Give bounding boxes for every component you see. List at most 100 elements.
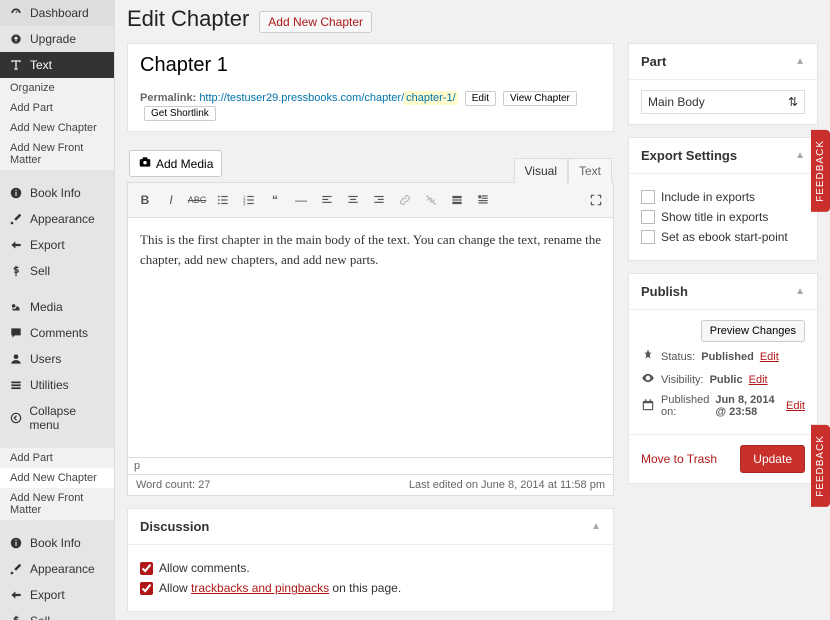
publish-title[interactable]: Publish▲ [629, 274, 817, 310]
update-button[interactable]: Update [740, 445, 805, 473]
svg-text:3: 3 [243, 201, 246, 206]
main-content: Edit Chapter Add New Chapter Permalink: … [115, 0, 830, 620]
include-exports-checkbox[interactable] [641, 190, 655, 204]
tab-visual[interactable]: Visual [514, 158, 568, 183]
sidebar-item-sell-2[interactable]: Sell [0, 608, 114, 620]
sidebar-sub-add-chapter-2[interactable]: Add New Chapter [0, 468, 114, 488]
sidebar-item-media[interactable]: Media [0, 294, 114, 320]
label: Include in exports [661, 190, 755, 204]
label: Book Info [30, 536, 81, 550]
bold-icon[interactable]: B [134, 189, 156, 211]
sidebar-sub-organize[interactable]: Organize [0, 78, 114, 98]
gauge-icon [8, 6, 24, 20]
kitchen-sink-icon[interactable] [472, 189, 494, 211]
sidebar-sub-add-chapter[interactable]: Add New Chapter [0, 118, 114, 138]
discussion-title[interactable]: Discussion▲ [128, 509, 613, 545]
chevron-up-icon: ▲ [591, 521, 601, 532]
label: Collapse menu [29, 404, 106, 432]
label: Allow trackbacks and pingbacks on this p… [159, 581, 401, 595]
hr-icon[interactable]: — [290, 189, 312, 211]
align-left-icon[interactable] [316, 189, 338, 211]
get-shortlink-button[interactable]: Get Shortlink [144, 106, 216, 121]
sidebar-item-book-info[interactable]: Book Info [0, 180, 114, 206]
camera-icon [138, 155, 152, 172]
add-new-button[interactable]: Add New Chapter [259, 11, 372, 33]
sidebar-sub-add-front-2[interactable]: Add New Front Matter [0, 488, 114, 520]
part-title[interactable]: Part▲ [629, 44, 817, 80]
strike-icon[interactable]: ABC [186, 189, 208, 211]
preview-button[interactable]: Preview Changes [701, 320, 805, 342]
tab-text[interactable]: Text [568, 158, 612, 183]
italic-icon[interactable]: I [160, 189, 182, 211]
view-chapter-button[interactable]: View Chapter [503, 91, 577, 106]
comment-icon [8, 326, 24, 340]
dollar-icon [8, 264, 24, 278]
label: Export [30, 238, 65, 252]
date-edit-link[interactable]: Edit [786, 400, 805, 412]
sidebar-item-export[interactable]: Export [0, 232, 114, 258]
label: Export [30, 588, 65, 602]
permalink-row: Permalink: http://testuser29.pressbooks.… [128, 87, 613, 131]
permalink-url[interactable]: http://testuser29.pressbooks.com/chapter… [199, 91, 457, 105]
permalink-edit-button[interactable]: Edit [465, 91, 496, 106]
ol-icon[interactable]: 123 [238, 189, 260, 211]
word-count: Word count: 27 [136, 479, 210, 491]
brush-icon [8, 562, 24, 576]
sidebar-item-sell[interactable]: Sell [0, 258, 114, 284]
pin-icon [641, 348, 655, 365]
label: Sell [30, 264, 50, 278]
fullscreen-icon[interactable] [585, 189, 607, 211]
published-date: Jun 8, 2014 @ 23:58 [715, 394, 780, 418]
export-title[interactable]: Export Settings▲ [629, 138, 817, 174]
sidebar-item-appearance-2[interactable]: Appearance [0, 556, 114, 582]
start-point-checkbox[interactable] [641, 230, 655, 244]
sidebar-item-collapse[interactable]: Collapse menu [0, 398, 114, 438]
feedback-tab[interactable]: FEEDBACK [811, 130, 830, 212]
sidebar-item-upgrade[interactable]: Upgrade [0, 26, 114, 52]
export-icon [8, 588, 24, 602]
quote-icon[interactable]: “ [264, 189, 286, 211]
sidebar-item-book-info-2[interactable]: Book Info [0, 530, 114, 556]
label: Sell [30, 614, 50, 620]
sidebar-item-users[interactable]: Users [0, 346, 114, 372]
collapse-icon [8, 411, 23, 425]
allow-trackbacks-checkbox[interactable] [140, 582, 153, 595]
move-to-trash-link[interactable]: Move to Trash [641, 452, 717, 466]
last-edited: Last edited on June 8, 2014 at 11:58 pm [409, 479, 605, 491]
align-right-icon[interactable] [368, 189, 390, 211]
label: Upgrade [30, 32, 76, 46]
sidebar-item-text[interactable]: Text [0, 52, 114, 78]
trackbacks-link[interactable]: trackbacks and pingbacks [191, 581, 329, 595]
part-select[interactable]: Main Body⇅ [641, 90, 805, 114]
label: Appearance [30, 212, 95, 226]
label: Dashboard [30, 6, 89, 20]
sidebar-item-dashboard[interactable]: Dashboard [0, 0, 114, 26]
unlink-icon[interactable] [420, 189, 442, 211]
allow-comments-checkbox[interactable] [140, 562, 153, 575]
chapter-title-input[interactable] [128, 44, 613, 87]
status-edit-link[interactable]: Edit [760, 351, 779, 363]
dollar-icon [8, 614, 24, 620]
align-center-icon[interactable] [342, 189, 364, 211]
part-panel: Part▲ Main Body⇅ [628, 43, 818, 125]
content-editor[interactable]: This is the first chapter in the main bo… [127, 218, 614, 458]
add-media-button[interactable]: Add Media [129, 150, 222, 177]
sidebar-item-appearance[interactable]: Appearance [0, 206, 114, 232]
feedback-tab[interactable]: FEEDBACK [811, 425, 830, 507]
visibility-edit-link[interactable]: Edit [749, 374, 768, 386]
sidebar-sub-add-part[interactable]: Add Part [0, 98, 114, 118]
sidebar-sub-add-part-2[interactable]: Add Part [0, 448, 114, 468]
link-icon[interactable] [394, 189, 416, 211]
sidebar-sub-add-front[interactable]: Add New Front Matter [0, 138, 114, 170]
show-title-checkbox[interactable] [641, 210, 655, 224]
sidebar-item-export-2[interactable]: Export [0, 582, 114, 608]
info-icon [8, 536, 24, 550]
export-icon [8, 238, 24, 252]
label: Add Media [156, 157, 213, 171]
ul-icon[interactable] [212, 189, 234, 211]
sidebar-item-utilities[interactable]: Utilities [0, 372, 114, 398]
editor-status: Word count: 27 Last edited on June 8, 20… [127, 475, 614, 496]
more-icon[interactable] [446, 189, 468, 211]
sidebar-item-comments[interactable]: Comments [0, 320, 114, 346]
label: Utilities [30, 378, 69, 392]
